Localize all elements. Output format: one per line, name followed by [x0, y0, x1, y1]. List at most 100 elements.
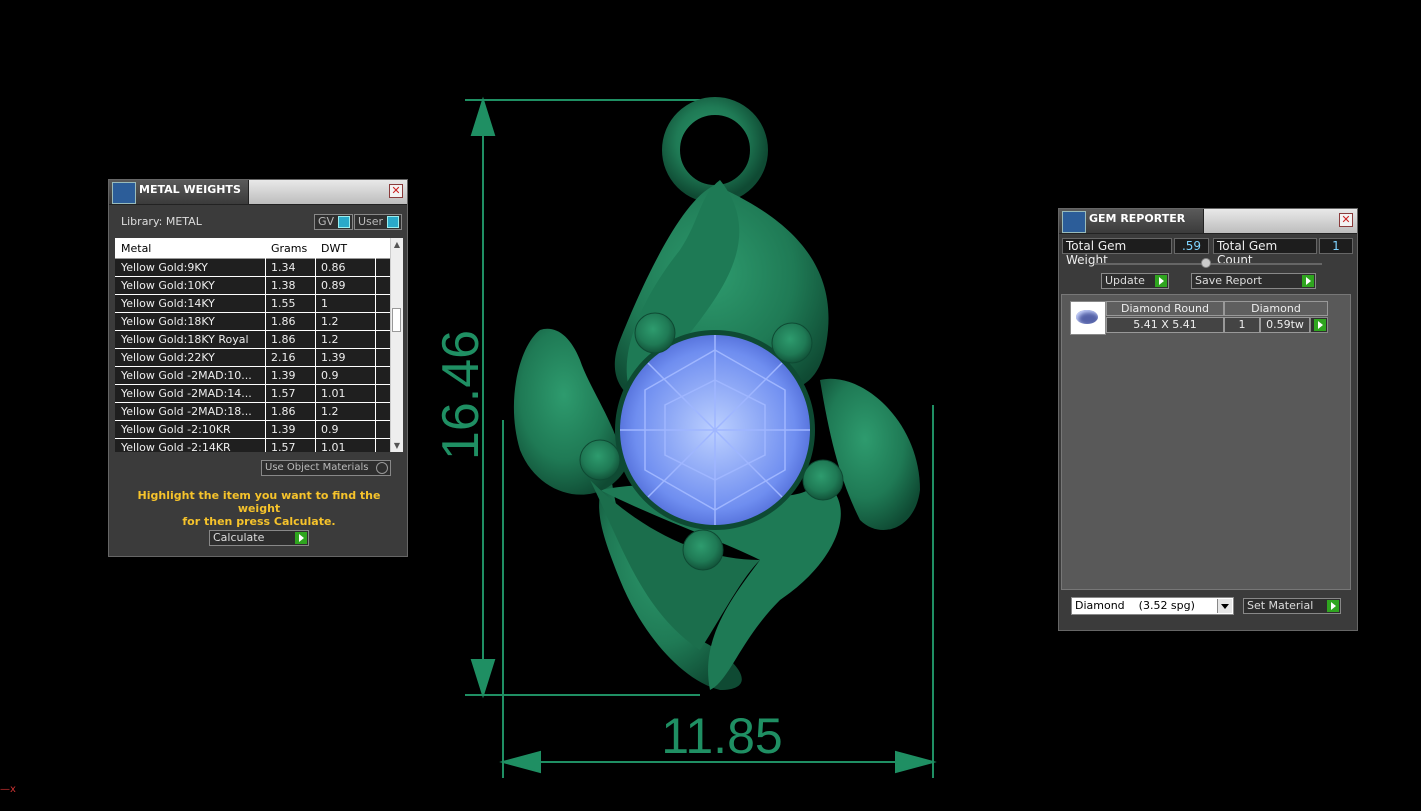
total-gem-count-label: Total Gem Count	[1213, 238, 1317, 267]
table-row[interactable]: Yellow Gold:22KY 2.16 1.39	[115, 349, 391, 367]
instruction-line-1: Highlight the item you want to find the …	[137, 489, 381, 515]
grams-cell: 1.86	[271, 315, 296, 328]
calculate-button[interactable]: Calculate	[209, 530, 309, 546]
metal-name-cell: Yellow Gold:18KY	[121, 315, 215, 328]
play-arrow-icon	[1302, 275, 1314, 287]
scroll-down-icon[interactable]: ▼	[391, 441, 403, 450]
dwt-cell: 0.9	[321, 423, 339, 436]
material-select-value: Diamond (3.52 spg)	[1075, 599, 1195, 612]
metal-name-cell: Yellow Gold -2MAD:10...	[121, 369, 252, 382]
dwt-cell: 1.39	[321, 351, 346, 364]
grams-cell: 1.55	[271, 297, 296, 310]
metal-name-cell: Yellow Gold -2MAD:14...	[121, 387, 252, 400]
column-header-grams[interactable]: Grams	[271, 242, 307, 255]
gem-reporter-titlebar[interactable]: GEM REPORTER ✕	[1059, 209, 1357, 234]
metal-table-rows: Yellow Gold:9KY 1.34 0.86 Yellow Gold:10KY 1…	[115, 259, 391, 452]
dwt-cell: 1	[321, 297, 328, 310]
save-report-button[interactable]: Save Report	[1191, 273, 1316, 289]
use-object-materials-checkbox[interactable]: Use Object Materials	[261, 460, 391, 476]
user-toggle[interactable]: User	[354, 214, 403, 230]
metal-table: Metal Grams DWT Yellow Gold:9KY 1.34 0.86 Y…	[115, 238, 403, 452]
metal-weights-panel: METAL WEIGHTS ✕ Library: METAL GV User M…	[108, 179, 408, 557]
gem-reporter-title: GEM REPORTER	[1089, 212, 1186, 225]
close-icon[interactable]: ✕	[389, 184, 403, 198]
pendant	[513, 97, 920, 690]
table-row[interactable]: Yellow Gold -2:10KR 1.39 0.9	[115, 421, 391, 439]
dwt-cell: 1.01	[321, 387, 346, 400]
gem-thumbnail-icon[interactable]	[1070, 301, 1106, 335]
update-button-label: Update	[1105, 274, 1145, 287]
metal-name-cell: Yellow Gold:14KY	[121, 297, 215, 310]
metal-name-cell: Yellow Gold -2MAD:18...	[121, 405, 252, 418]
table-row[interactable]: Yellow Gold:10KY 1.38 0.89	[115, 277, 391, 295]
dwt-cell: 1.2	[321, 333, 339, 346]
width-dimension-label: 11.85	[661, 708, 782, 764]
metal-name-cell: Yellow Gold:22KY	[121, 351, 215, 364]
gem-material-header: Diamond	[1224, 301, 1328, 316]
column-header-metal[interactable]: Metal	[121, 242, 151, 255]
instruction-text: Highlight the item you want to find the …	[119, 489, 399, 528]
grams-cell: 1.34	[271, 261, 296, 274]
gem-size-cell: 5.41 X 5.41	[1106, 317, 1224, 333]
table-row[interactable]: Yellow Gold:14KY 1.55 1	[115, 295, 391, 313]
save-report-button-label: Save Report	[1195, 274, 1262, 287]
metal-name-cell: Yellow Gold:18KY Royal	[121, 333, 249, 346]
gv-toggle[interactable]: GV	[314, 214, 354, 230]
table-row[interactable]: Yellow Gold -2MAD:10... 1.39 0.9	[115, 367, 391, 385]
total-gem-count-value: 1	[1319, 238, 1353, 254]
grams-cell: 1.39	[271, 369, 296, 382]
gv-toggle-label: GV	[318, 215, 335, 228]
gem-shape-header: Diamond Round	[1106, 301, 1224, 316]
user-toggle-label: User	[358, 215, 384, 228]
total-gem-weight-label: Total Gem Weight	[1062, 238, 1172, 267]
gem-row-go-button[interactable]	[1310, 317, 1328, 333]
gem-reporter-app-icon	[1062, 211, 1086, 233]
metal-weights-app-icon	[112, 182, 136, 204]
table-row[interactable]: Yellow Gold:18KY Royal 1.86 1.2	[115, 331, 391, 349]
gem-count-cell: 1	[1224, 317, 1260, 333]
table-row[interactable]: Yellow Gold -2MAD:14... 1.57 1.01	[115, 385, 391, 403]
slider-knob[interactable]	[1201, 258, 1211, 268]
play-arrow-icon	[1155, 275, 1167, 287]
dwt-cell: 0.86	[321, 261, 346, 274]
dwt-cell: 0.9	[321, 369, 339, 382]
metal-table-header: Metal Grams DWT	[115, 238, 391, 259]
scroll-up-icon[interactable]: ▲	[391, 240, 403, 249]
grams-cell: 1.39	[271, 423, 296, 436]
table-row[interactable]: Yellow Gold -2MAD:18... 1.86 1.2	[115, 403, 391, 421]
gv-switch-icon	[338, 216, 351, 228]
grams-cell: 1.86	[271, 405, 296, 418]
axis-marker: —x	[0, 784, 16, 795]
metal-table-scrollbar[interactable]: ▲ ▼	[390, 238, 403, 452]
column-divider	[315, 238, 316, 452]
play-arrow-icon	[295, 532, 307, 544]
play-arrow-icon	[1327, 600, 1339, 612]
column-header-dwt[interactable]: DWT	[321, 242, 347, 255]
gem-reporter-title-tab: GEM REPORTER	[1059, 209, 1204, 233]
gem-list-area: Diamond Round Diamond 5.41 X 5.41 1 0.59…	[1061, 294, 1351, 590]
chevron-down-icon[interactable]	[1217, 599, 1232, 613]
metal-weights-titlebar[interactable]: METAL WEIGHTS ✕	[109, 180, 407, 205]
dwt-cell: 0.89	[321, 279, 346, 292]
use-object-materials-label: Use Object Materials	[265, 462, 369, 473]
scroll-thumb[interactable]	[392, 308, 401, 332]
set-material-button-label: Set Material	[1247, 599, 1314, 612]
set-material-button[interactable]: Set Material	[1243, 598, 1341, 614]
grams-cell: 1.38	[271, 279, 296, 292]
grams-cell: 1.57	[271, 387, 296, 400]
axis-marker-label: x	[10, 784, 16, 795]
total-gem-weight-value: .59	[1174, 238, 1209, 254]
gem-weight-cell: 0.59tw	[1260, 317, 1310, 333]
table-row[interactable]: Yellow Gold:18KY 1.86 1.2	[115, 313, 391, 331]
material-select[interactable]: Diamond (3.52 spg)	[1071, 597, 1234, 615]
radio-icon	[376, 462, 388, 474]
table-row[interactable]: Yellow Gold:9KY 1.34 0.86	[115, 259, 391, 277]
close-icon[interactable]: ✕	[1339, 213, 1353, 227]
update-button[interactable]: Update	[1101, 273, 1169, 289]
calculate-button-label: Calculate	[213, 531, 265, 544]
metal-name-cell: Yellow Gold -2:10KR	[121, 423, 231, 436]
instruction-line-2: for then press Calculate.	[182, 515, 336, 528]
table-row[interactable]: Yellow Gold -2:14KR 1.57 1.01	[115, 439, 391, 452]
grams-cell: 2.16	[271, 351, 296, 364]
metal-weights-title-tab: METAL WEIGHTS	[109, 180, 249, 204]
